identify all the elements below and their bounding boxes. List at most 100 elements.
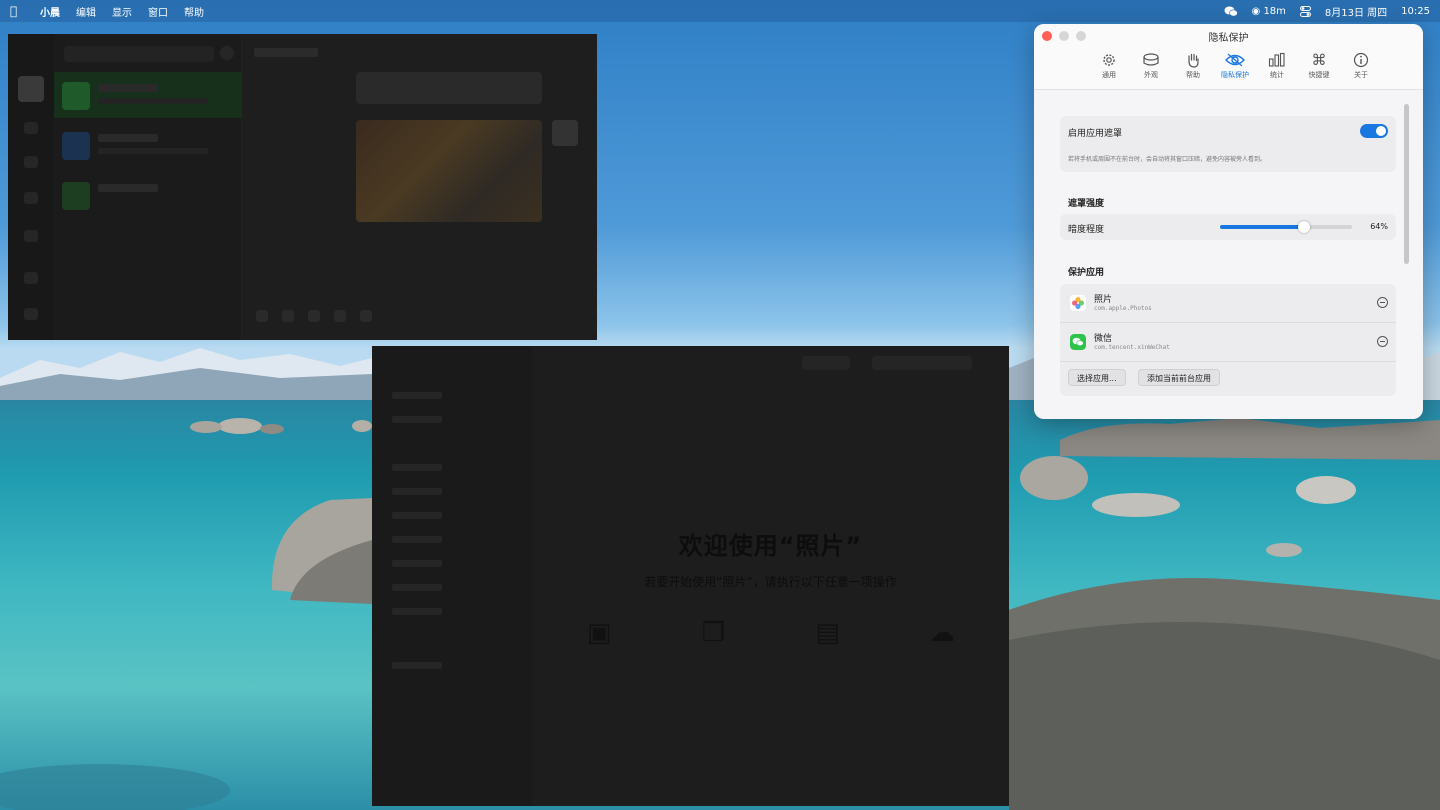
enable-masking-toggle[interactable] bbox=[1360, 124, 1388, 138]
section-mask-strength: 遮罩强度 bbox=[1068, 199, 1105, 209]
toolbar-control bbox=[802, 356, 850, 370]
settings-content: 启用应用遮罩 若将手机或周围不在前台时，会自动将其窗口压暗，避免内容被旁人看到。… bbox=[1034, 90, 1423, 419]
cloud-icon: ☁ bbox=[928, 618, 955, 648]
sidebar-item bbox=[392, 536, 442, 543]
option-connect-camera: ▣ bbox=[544, 616, 654, 660]
sidebar-item bbox=[392, 416, 442, 423]
tab-label: 外观 bbox=[1144, 71, 1158, 79]
sidebar-item bbox=[392, 488, 442, 495]
sidebar-item bbox=[392, 608, 442, 615]
welcome-options: ▣ ❐ ▤ ☁ bbox=[532, 616, 1009, 660]
timer-status[interactable]: ◉ 18m bbox=[1252, 6, 1286, 17]
list-item-preview bbox=[98, 98, 208, 104]
wechat-app-icon bbox=[1070, 334, 1086, 350]
subscription-icon bbox=[62, 132, 90, 160]
menu-window[interactable]: 窗口 bbox=[148, 4, 168, 19]
welcome-panel: 欢迎使用“照片” 若要开始使用“照片”，请执行以下任意一项操作 bbox=[532, 526, 1009, 590]
darkness-slider[interactable] bbox=[1220, 221, 1352, 233]
tab-shortcuts[interactable]: ⌘ 快捷键 bbox=[1298, 51, 1340, 80]
tab-statistics[interactable]: 统计 bbox=[1256, 51, 1298, 80]
tab-about[interactable]: 关于 bbox=[1340, 51, 1382, 80]
camera-icon: ▣ bbox=[586, 618, 612, 648]
control-center-icon[interactable] bbox=[1299, 5, 1311, 17]
command-icon: ⌘ bbox=[1311, 51, 1327, 69]
remove-app-button[interactable] bbox=[1377, 336, 1388, 347]
list-item bbox=[54, 172, 242, 218]
chat-icon bbox=[24, 122, 38, 134]
app-name: 微信 bbox=[1094, 334, 1113, 344]
sidebar-item bbox=[392, 464, 442, 471]
list-item bbox=[54, 72, 242, 118]
wechat-status-icon[interactable] bbox=[1224, 6, 1238, 17]
avatar bbox=[18, 76, 44, 102]
list-item-title bbox=[98, 184, 158, 192]
message-bubble bbox=[356, 72, 542, 104]
enable-masking-label: 启用应用遮罩 bbox=[1068, 129, 1123, 139]
apple-icon[interactable]:  bbox=[10, 4, 28, 18]
sidebar-item bbox=[392, 584, 442, 591]
mic-icon bbox=[360, 310, 372, 322]
list-item-title bbox=[98, 84, 158, 92]
sender-avatar bbox=[552, 120, 578, 146]
contacts-icon bbox=[24, 156, 38, 168]
menubar-time[interactable]: 10:25 bbox=[1401, 6, 1430, 17]
welcome-subtitle: 若要开始使用“照片”，请执行以下任意一项操作 bbox=[644, 575, 897, 589]
photos-app-icon bbox=[1070, 295, 1086, 311]
choose-app-button[interactable]: 选择应用... bbox=[1068, 369, 1126, 386]
search-input bbox=[872, 356, 972, 370]
protected-app-row[interactable]: 照片 com.apple.Photos bbox=[1060, 284, 1396, 322]
tab-label: 通用 bbox=[1102, 71, 1116, 79]
photos-window-masked[interactable]: 欢迎使用“照片” 若要开始使用“照片”，请执行以下任意一项操作 ▣ ❐ ▤ ☁ bbox=[372, 346, 1009, 806]
message-image bbox=[356, 120, 542, 222]
menu-bar:  小晨 编辑 显示 窗口 帮助 ◉ 18m 8月13日 周四 10:25 bbox=[0, 0, 1440, 22]
chart-icon bbox=[1268, 52, 1285, 67]
search-input bbox=[64, 46, 214, 62]
more-icon bbox=[24, 230, 38, 242]
enable-masking-card: 启用应用遮罩 若将手机或周围不在前台时，会自动将其窗口压暗，避免内容被旁人看到。 bbox=[1060, 116, 1396, 172]
menubar-date[interactable]: 8月13日 周四 bbox=[1325, 4, 1387, 19]
tab-label: 统计 bbox=[1270, 71, 1284, 79]
remove-app-button[interactable] bbox=[1377, 297, 1388, 308]
chat-title bbox=[254, 48, 318, 57]
emoji-icon bbox=[256, 310, 268, 322]
wechat-team-icon bbox=[62, 182, 90, 210]
photos-sidebar bbox=[372, 346, 532, 806]
slider-knob[interactable] bbox=[1298, 221, 1311, 233]
sidebar-item bbox=[392, 560, 442, 567]
menu-icon bbox=[24, 308, 38, 320]
app-name: 照片 bbox=[1094, 295, 1113, 305]
tab-privacy[interactable]: 隐私保护 bbox=[1214, 51, 1256, 80]
mask-strength-card: 暗度程度 64% bbox=[1060, 214, 1396, 240]
favorites-icon bbox=[24, 192, 38, 204]
favorite-icon bbox=[282, 310, 294, 322]
section-protected-apps: 保护应用 bbox=[1068, 268, 1105, 278]
list-item-title bbox=[98, 134, 158, 142]
scrollbar[interactable] bbox=[1404, 104, 1409, 264]
tab-general[interactable]: 通用 bbox=[1088, 51, 1130, 80]
appearance-icon bbox=[1143, 53, 1159, 66]
menu-view[interactable]: 显示 bbox=[112, 4, 132, 19]
protected-app-row[interactable]: 微信 com.tencent.xinWeChat bbox=[1060, 323, 1396, 361]
import-icon: ▤ bbox=[815, 618, 840, 648]
tab-help[interactable]: 帮助 bbox=[1172, 51, 1214, 80]
add-front-app-button[interactable]: 添加当前前台应用 bbox=[1138, 369, 1220, 386]
eye-status-icon: ◉ bbox=[1251, 5, 1261, 17]
chat-toolbar bbox=[256, 310, 372, 322]
info-icon bbox=[1353, 52, 1369, 68]
tab-label: 关于 bbox=[1354, 71, 1368, 79]
welcome-title: 欢迎使用“照片” bbox=[678, 532, 863, 560]
tab-label: 帮助 bbox=[1186, 71, 1200, 79]
wechat-sidebar bbox=[8, 34, 54, 340]
slider-fill bbox=[1220, 225, 1305, 229]
list-item bbox=[54, 122, 242, 168]
menu-app-name[interactable]: 小晨 bbox=[40, 4, 60, 19]
timer-text: 18m bbox=[1263, 5, 1286, 17]
menu-help[interactable]: 帮助 bbox=[184, 4, 204, 19]
tab-appearance[interactable]: 外观 bbox=[1130, 51, 1172, 80]
tab-label: 隐私保护 bbox=[1221, 71, 1249, 79]
window-title: 隐私保护 bbox=[1208, 33, 1249, 44]
menu-edit[interactable]: 编辑 bbox=[76, 4, 96, 19]
wechat-window-masked[interactable] bbox=[8, 34, 597, 340]
app-bundle-id: com.tencent.xinWeChat bbox=[1094, 344, 1170, 351]
privacy-settings-window: 隐私保护 通用 外观 帮助 隐私保护 统计 ⌘ 快捷键 关于 启用应用遮罩 若将… bbox=[1034, 24, 1423, 419]
